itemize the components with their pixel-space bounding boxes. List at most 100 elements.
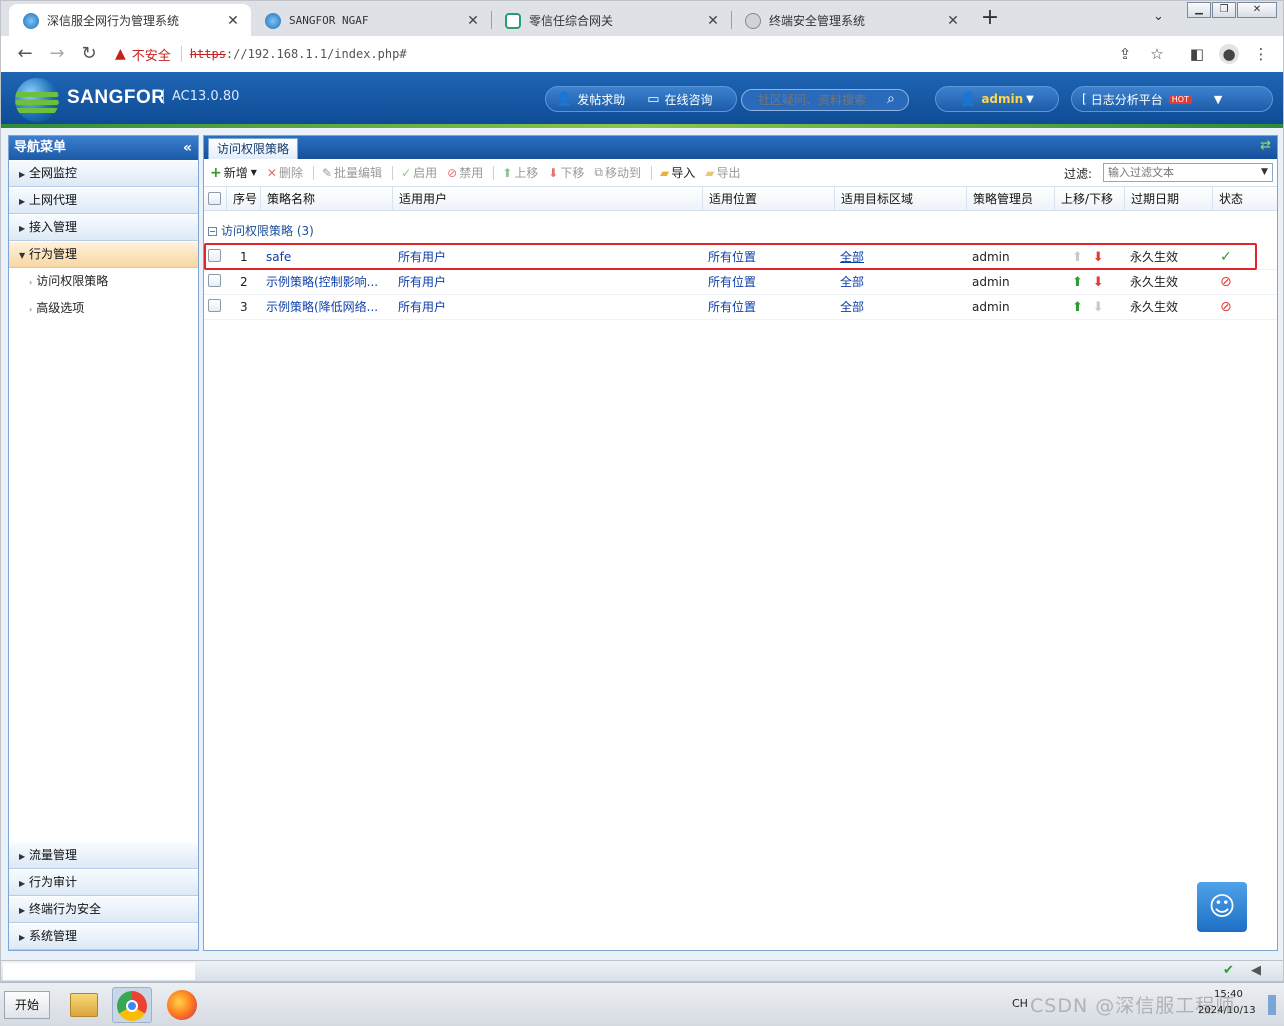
users-link[interactable]: 所有用户 (398, 245, 698, 269)
nav-group-endpoint[interactable]: ▶ 终端行为安全 (9, 897, 198, 923)
location-link[interactable]: 所有位置 (708, 295, 832, 319)
ban-icon[interactable]: ⊘ (1220, 295, 1250, 319)
nav-group-system[interactable]: ▶ 系统管理 (9, 924, 198, 950)
chevron-down-icon[interactable]: ⌄ (1153, 9, 1164, 24)
chrome-taskbar-icon[interactable] (112, 987, 152, 1023)
col-status[interactable]: 状态 (1212, 187, 1258, 211)
export-button[interactable]: ▰ 导出 (705, 164, 740, 181)
nav-group-proxy[interactable]: ▶ 上网代理 (9, 188, 198, 214)
location-link[interactable]: 所有位置 (708, 245, 832, 269)
star-icon[interactable]: ☆ (1147, 44, 1167, 64)
support-bot-icon[interactable]: ☺ (1197, 882, 1247, 932)
close-icon[interactable]: ✕ (705, 13, 721, 29)
add-button[interactable]: + 新增 ▼ (210, 164, 257, 181)
nav-group-access[interactable]: ▶ 接入管理 (9, 215, 198, 241)
user-menu[interactable]: 👤 admin ▼ (935, 86, 1059, 112)
arrow-up-icon[interactable]: ⬆ (1072, 300, 1083, 315)
browser-tab-endpoint[interactable]: 终端安全管理系统 ✕ (731, 4, 971, 37)
group-header[interactable]: − 访问权限策略 (3) (204, 211, 1277, 245)
arrow-down-icon[interactable]: ⬇ (1093, 250, 1104, 265)
close-window-icon[interactable]: ✕ (1237, 2, 1277, 18)
browser-tab-ngaf[interactable]: SANGFOR NGAF ✕ (251, 4, 491, 37)
collapse-toggle-icon[interactable]: − (208, 227, 217, 236)
insecure-label[interactable]: 不安全 (132, 45, 171, 64)
browser-tab-ac[interactable]: 深信服全网行为管理系统 ✕ (9, 4, 251, 37)
nav-group-monitor[interactable]: ▶ 全网监控 (9, 161, 198, 187)
close-icon[interactable]: ✕ (465, 13, 481, 29)
firefox-taskbar-icon[interactable] (162, 987, 202, 1023)
speaker-icon[interactable]: ◀ (1251, 963, 1261, 978)
col-location[interactable]: 适用位置 (702, 187, 834, 211)
consult-link[interactable]: 在线咨询 (665, 91, 713, 108)
table-row[interactable]: 2 示例策略(控制影响... 所有用户 所有位置 全部 admin ⬆ ⬇ 永久… (204, 270, 1277, 295)
reload-icon[interactable]: ↻ (77, 42, 101, 66)
move-down-button[interactable]: ⬇ 下移 (548, 164, 584, 181)
disable-button[interactable]: ⊘ 禁用 (447, 164, 483, 181)
target-link[interactable]: 全部 (840, 270, 964, 294)
forward-arrow-icon[interactable]: → (45, 42, 69, 66)
nav-item-access-policy[interactable]: › 访问权限策略 (9, 268, 198, 295)
delete-button[interactable]: ✕ 删除 (267, 164, 303, 181)
row-checkbox[interactable] (208, 249, 221, 262)
table-row[interactable]: 3 示例策略(降低网络... 所有用户 所有位置 全部 admin ⬆ ⬇ 永久… (204, 295, 1277, 320)
clock-time[interactable]: 15:40 (1214, 989, 1243, 1000)
tab-access-policy[interactable]: 访问权限策略 (208, 138, 299, 159)
profile-icon[interactable]: ● (1219, 44, 1239, 64)
col-index[interactable]: 序号 (226, 187, 260, 211)
location-link[interactable]: 所有位置 (708, 270, 832, 294)
batch-edit-button[interactable]: ✎ 批量编辑 (322, 164, 382, 181)
filter-input[interactable] (1103, 163, 1273, 182)
explorer-taskbar-icon[interactable] (64, 987, 104, 1023)
select-all-checkbox[interactable] (208, 192, 221, 205)
row-checkbox[interactable] (208, 274, 221, 287)
col-name[interactable]: 策略名称 (260, 187, 392, 211)
policy-name-link[interactable]: 示例策略(降低网络... (266, 295, 390, 319)
language-indicator[interactable]: CH (1012, 997, 1028, 1010)
refresh-icon[interactable]: ⇄ (1260, 138, 1271, 153)
row-checkbox[interactable] (208, 299, 221, 312)
help-link[interactable]: 发帖求助 (577, 91, 625, 108)
target-link[interactable]: 全部 (840, 295, 964, 319)
restore-icon[interactable]: ❐ (1212, 2, 1236, 18)
close-icon[interactable]: ✕ (225, 13, 241, 29)
start-button[interactable]: 开始 (4, 991, 50, 1019)
minimize-icon[interactable]: ▁ (1187, 2, 1211, 18)
col-admin[interactable]: 策略管理员 (966, 187, 1054, 211)
log-platform-menu[interactable]: [ 日志分析平台 HOT ▼ (1071, 86, 1273, 112)
double-chevron-left-icon[interactable]: « (183, 136, 192, 160)
check-icon[interactable]: ✓ (1220, 245, 1250, 269)
col-users[interactable]: 适用用户 (392, 187, 702, 211)
policy-name-link[interactable]: 示例策略(控制影响... (266, 270, 390, 294)
show-desktop-icon[interactable] (1268, 995, 1276, 1015)
ban-icon[interactable]: ⊘ (1220, 270, 1250, 294)
search-icon[interactable]: ⌕ (887, 91, 895, 107)
col-expiry[interactable]: 过期日期 (1124, 187, 1212, 211)
nav-group-behavior[interactable]: ▼ 行为管理 (9, 242, 198, 268)
new-tab-button[interactable]: + (977, 7, 1003, 31)
sidepanel-icon[interactable]: ◧ (1187, 44, 1207, 64)
policy-name-link[interactable]: safe (266, 245, 390, 269)
table-row[interactable]: 1 safe 所有用户 所有位置 全部 admin ⬆ ⬇ 永久生效 ✓ (204, 243, 1277, 270)
nav-item-advanced[interactable]: › 高级选项 (9, 295, 198, 322)
menu-icon[interactable]: ⋮ (1251, 44, 1271, 64)
clock-date[interactable]: 2024/10/13 (1198, 1005, 1256, 1016)
share-icon[interactable]: ⇪ (1115, 44, 1135, 64)
move-to-button[interactable]: ⧉ 移动到 (594, 164, 641, 181)
enable-button[interactable]: ✓ 启用 (401, 164, 437, 181)
arrow-up-icon[interactable]: ⬆ (1072, 275, 1083, 290)
community-search-input[interactable] (741, 89, 909, 111)
nav-group-traffic[interactable]: ▶ 流量管理 (9, 843, 198, 869)
chevron-down-icon[interactable]: ▼ (1257, 164, 1272, 181)
address-bar[interactable]: ▲ 不安全 https ://192.168.1.1/index.php# (115, 40, 1175, 68)
col-target[interactable]: 适用目标区域 (834, 187, 966, 211)
back-arrow-icon[interactable]: ← (13, 42, 37, 66)
nav-group-audit[interactable]: ▶ 行为审计 (9, 870, 198, 896)
import-button[interactable]: ▰ 导入 (660, 164, 695, 181)
close-icon[interactable]: ✕ (945, 13, 961, 29)
target-link[interactable]: 全部 (840, 245, 964, 269)
move-up-button[interactable]: ⬆ 上移 (502, 164, 538, 181)
arrow-down-icon[interactable]: ⬇ (1093, 275, 1104, 290)
users-link[interactable]: 所有用户 (398, 270, 698, 294)
users-link[interactable]: 所有用户 (398, 295, 698, 319)
browser-tab-zerotrust[interactable]: 零信任综合网关 ✕ (491, 4, 731, 37)
